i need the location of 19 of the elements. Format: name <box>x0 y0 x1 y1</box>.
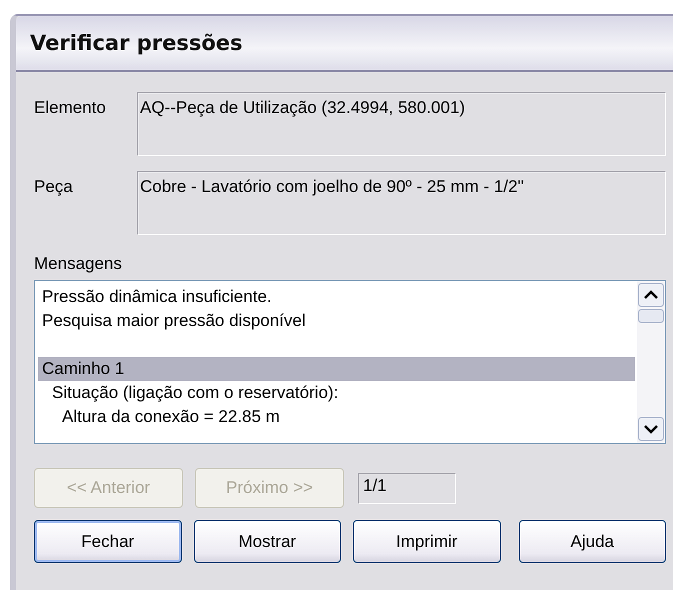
message-line[interactable]: Pesquisa maior pressão disponível <box>38 309 635 333</box>
field-label: Elemento <box>34 97 107 119</box>
read-only-field: AQ--Peça de Utilização (32.4994, 580.001) <box>137 92 666 156</box>
field-label: Peça <box>34 176 74 198</box>
messages-list[interactable]: Pressão dinâmica insuficiente. Pesquisa maior pressão disponível Caminho 1 Situação (ligação com o reservatório): Altura da conexão = 22.85 m <box>34 280 666 444</box>
dialog-button[interactable]: Mostrar <box>194 520 341 563</box>
message-line[interactable]: Pressão dinâmica insuficiente. <box>38 285 635 309</box>
scroll-down-icon[interactable] <box>638 417 664 441</box>
dialog-button[interactable]: Ajuda <box>518 520 666 563</box>
message-line[interactable]: Situação (ligação com o reservatório): <box>38 381 635 405</box>
dialog-button[interactable]: Imprimir <box>353 520 500 563</box>
message-line[interactable]: Altura da conexão = 22.85 m <box>38 405 635 429</box>
dialog-button[interactable]: Fechar <box>34 520 182 563</box>
read-only-field: Cobre - Lavatório com joelho de 90º - 25 mm - 1/2'' <box>137 171 666 235</box>
page-counter-field: 1/1 <box>358 472 456 504</box>
messages-label: Mensagens <box>34 254 122 274</box>
scrollbar-thumb[interactable] <box>638 309 664 323</box>
window-title: Verificar pressões <box>30 31 243 55</box>
scroll-up-icon[interactable] <box>638 283 664 307</box>
